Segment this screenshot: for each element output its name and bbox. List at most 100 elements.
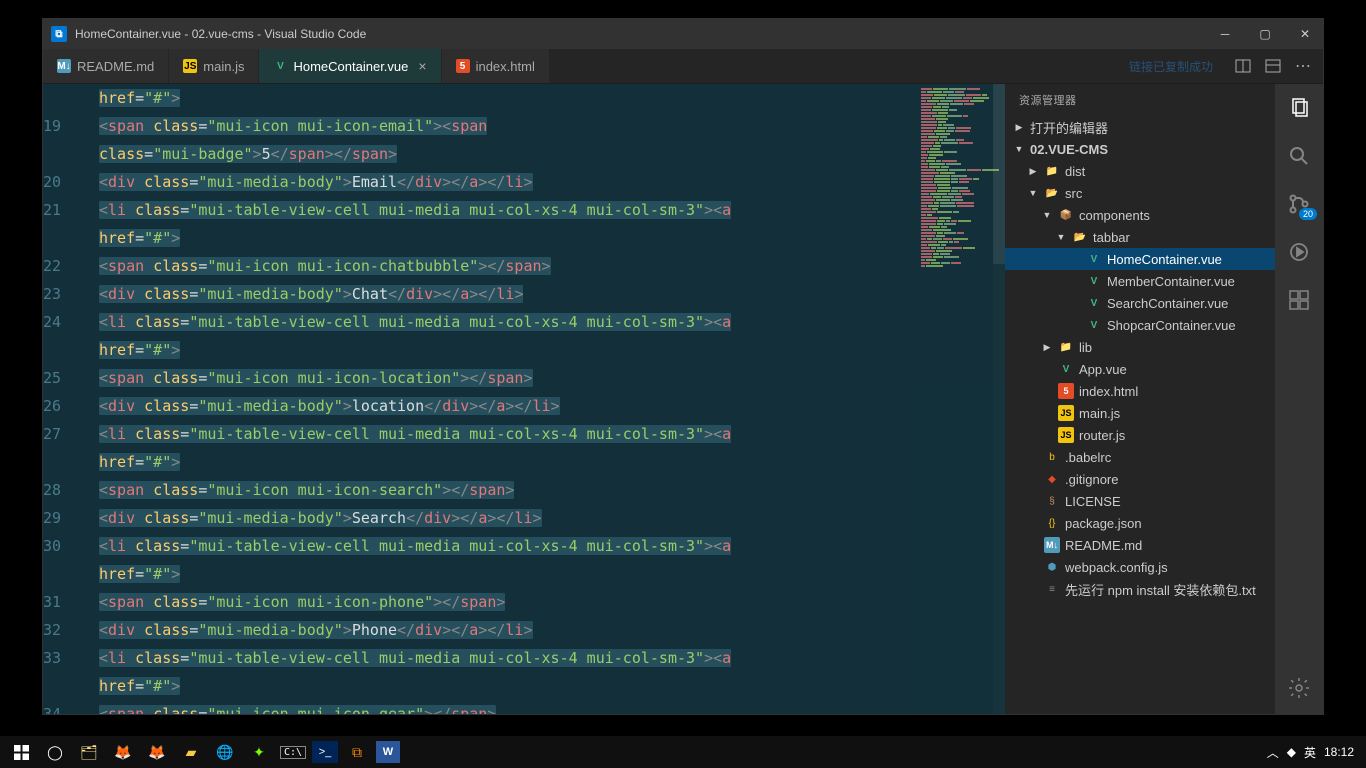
files-icon[interactable] [1285, 94, 1313, 122]
extensions-icon[interactable] [1285, 286, 1313, 314]
tree-item-LICENSE[interactable]: §LICENSE [1005, 490, 1275, 512]
tree-item-main-js[interactable]: JSmain.js [1005, 402, 1275, 424]
minimap[interactable] [917, 84, 1005, 714]
code-line[interactable]: <li class="mui-table-view-cell mui-media… [99, 644, 917, 672]
tree-item--babelrc[interactable]: b.babelrc [1005, 446, 1275, 468]
app-2-icon[interactable]: ✦ [244, 738, 274, 766]
app-1-icon[interactable]: ▰ [176, 738, 206, 766]
code-line[interactable]: href="#"> [99, 84, 917, 112]
code-line[interactable]: <div class="mui-media-body">Chat</div></… [99, 280, 917, 308]
code-line[interactable]: class="mui-badge">5</span></span> [99, 140, 917, 168]
tab-main-js[interactable]: JSmain.js [169, 49, 259, 83]
tree-item-label: lib [1079, 340, 1092, 355]
vue-icon: V [1086, 317, 1102, 333]
tree-item-dist[interactable]: ▶📁dist [1005, 160, 1275, 182]
tree-item-SearchContainer-vue[interactable]: VSearchContainer.vue [1005, 292, 1275, 314]
tree-item-package-json[interactable]: {}package.json [1005, 512, 1275, 534]
code-line[interactable]: href="#"> [99, 448, 917, 476]
tree-item-App-vue[interactable]: VApp.vue [1005, 358, 1275, 380]
line-number: 26 [43, 392, 79, 420]
layout-icon[interactable] [1265, 58, 1281, 74]
tree-item--[interactable]: ▶打开的编辑器 [1005, 116, 1275, 138]
clock[interactable]: 18:12 [1324, 745, 1354, 759]
tree-item-README-md[interactable]: M↓README.md [1005, 534, 1275, 556]
code-line[interactable]: <span class="mui-icon mui-icon-gear"></s… [99, 700, 917, 714]
line-number: 29 [43, 504, 79, 532]
vue-file-icon: V [273, 59, 287, 73]
tab-close-icon[interactable]: × [418, 58, 426, 74]
tree-item-02-VUE-CMS[interactable]: ▼02.VUE-CMS [1005, 138, 1275, 160]
close-button[interactable]: ✕ [1295, 24, 1315, 44]
chevron-icon: ▼ [1013, 144, 1025, 154]
tree-item-lib[interactable]: ▶📁lib [1005, 336, 1275, 358]
tree-item-router-js[interactable]: JSrouter.js [1005, 424, 1275, 446]
tray-chevron-icon[interactable]: ︿ [1267, 744, 1279, 761]
code-line[interactable]: href="#"> [99, 560, 917, 588]
minimize-button[interactable]: ─ [1215, 24, 1235, 44]
tree-item-src[interactable]: ▼📂src [1005, 182, 1275, 204]
vue-icon: V [1086, 295, 1102, 311]
code-line[interactable]: <span class="mui-icon mui-icon-phone"></… [99, 588, 917, 616]
tree-item--gitignore[interactable]: ◆.gitignore [1005, 468, 1275, 490]
line-number: 20 [43, 168, 79, 196]
maximize-button[interactable]: ▢ [1255, 24, 1275, 44]
tree-item-index-html[interactable]: 5index.html [1005, 380, 1275, 402]
vscode-window: ⧉ HomeContainer.vue - 02.vue-cms - Visua… [42, 18, 1324, 715]
scroll-thumb[interactable] [993, 84, 1005, 264]
tab-HomeContainer-vue[interactable]: VHomeContainer.vue× [259, 49, 441, 83]
chrome-icon[interactable]: 🌐 [210, 738, 240, 766]
code-line[interactable]: <div class="mui-media-body">Email</div><… [99, 168, 917, 196]
source-control-icon[interactable]: 20 [1285, 190, 1313, 218]
code-line[interactable]: <div class="mui-media-body">Phone</div><… [99, 616, 917, 644]
start-button[interactable] [6, 738, 36, 766]
tree-item--npm-install-txt[interactable]: ≡先运行 npm install 安装依赖包.txt [1005, 578, 1275, 600]
tree-item-components[interactable]: ▼📦components [1005, 204, 1275, 226]
cortana-icon[interactable]: ◯ [40, 738, 70, 766]
code-line[interactable]: <li class="mui-table-view-cell mui-media… [99, 196, 917, 224]
chevron-icon: ▶ [1041, 342, 1053, 353]
tree-item-HomeContainer-vue[interactable]: VHomeContainer.vue [1005, 248, 1275, 270]
firefox-dev-icon[interactable]: 🦊 [142, 738, 172, 766]
code-line[interactable]: <li class="mui-table-view-cell mui-media… [99, 532, 917, 560]
tab-README-md[interactable]: M↓README.md [43, 49, 169, 83]
ime-indicator[interactable]: 英 [1304, 744, 1316, 761]
code-line[interactable]: href="#"> [99, 672, 917, 700]
tree-item-tabbar[interactable]: ▼📂tabbar [1005, 226, 1275, 248]
vscode-taskbar-icon[interactable]: ⧉ [342, 738, 372, 766]
code-editor[interactable]: 19202122232425262728293031323334 href="#… [43, 84, 1005, 714]
code-line[interactable]: <span class="mui-icon mui-icon-search"><… [99, 476, 917, 504]
scrollbar[interactable] [993, 84, 1005, 714]
more-actions-icon[interactable]: ⋯ [1295, 56, 1311, 76]
word-icon[interactable]: W [376, 741, 400, 763]
tree-item-webpack-config-js[interactable]: ⬢webpack.config.js [1005, 556, 1275, 578]
search-icon[interactable] [1285, 142, 1313, 170]
settings-gear-icon[interactable] [1285, 674, 1313, 702]
tree-item-ShopcarContainer-vue[interactable]: VShopcarContainer.vue [1005, 314, 1275, 336]
tree-item-label: index.html [1079, 384, 1138, 399]
tree-item-label: LICENSE [1065, 494, 1121, 509]
code-line[interactable]: href="#"> [99, 224, 917, 252]
code-line[interactable]: <div class="mui-media-body">Search</div>… [99, 504, 917, 532]
code-line[interactable]: <span class="mui-icon mui-icon-location"… [99, 364, 917, 392]
code-line[interactable]: <div class="mui-media-body">location</di… [99, 392, 917, 420]
code-line[interactable]: <span class="mui-icon mui-icon-chatbubbl… [99, 252, 917, 280]
tree-item-MemberContainer-vue[interactable]: VMemberContainer.vue [1005, 270, 1275, 292]
file-explorer-icon[interactable]: 🗂 [74, 738, 104, 766]
split-editor-icon[interactable] [1235, 58, 1251, 74]
editor-actions: ⋯ [1223, 49, 1323, 83]
code-line[interactable]: <li class="mui-table-view-cell mui-media… [99, 308, 917, 336]
line-number: 27 [43, 420, 79, 448]
tab-index-html[interactable]: 5index.html [442, 49, 550, 83]
firefox-icon[interactable]: 🦊 [108, 738, 138, 766]
powershell-icon[interactable]: >_ [312, 741, 338, 763]
chevron-icon: ▶ [1013, 122, 1025, 133]
debug-icon[interactable] [1285, 238, 1313, 266]
code-line[interactable]: <li class="mui-table-view-cell mui-media… [99, 420, 917, 448]
chevron-icon: ▼ [1041, 210, 1053, 220]
code-line[interactable]: href="#"> [99, 336, 917, 364]
line-number: 23 [43, 280, 79, 308]
terminal-icon[interactable]: C:\ [278, 738, 308, 766]
tray-app-icon[interactable]: ◆ [1287, 745, 1296, 759]
code-line[interactable]: <span class="mui-icon mui-icon-email"><s… [99, 112, 917, 140]
code-content[interactable]: href="#"> <span class="mui-icon mui-icon… [99, 84, 917, 714]
